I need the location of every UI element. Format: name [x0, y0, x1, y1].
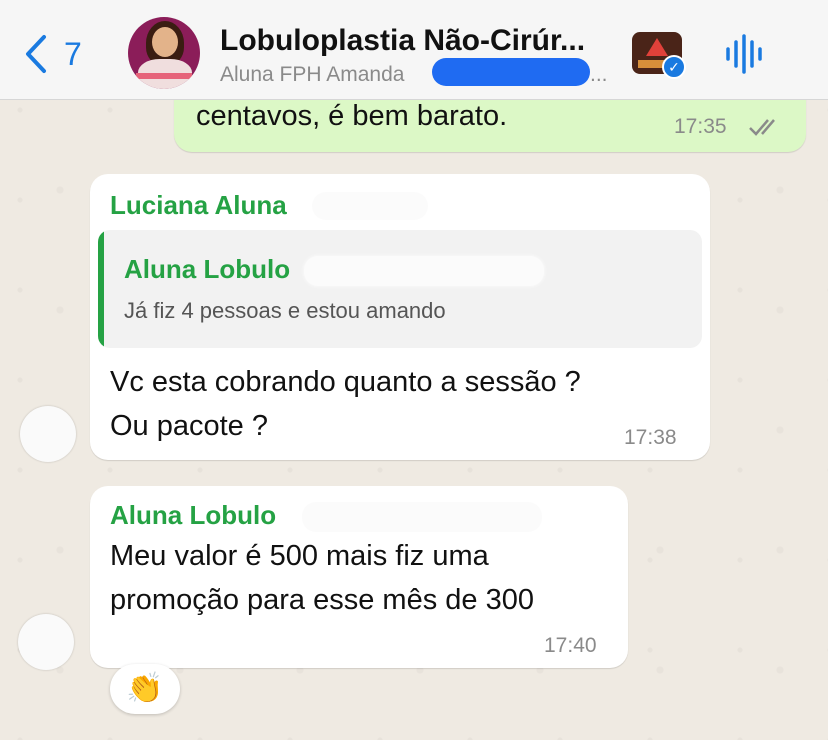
message-text: centavos, é bem barato. [196, 100, 508, 132]
redaction-mark [304, 256, 544, 286]
message-time: 17:38 [624, 426, 677, 449]
voice-chat-button[interactable] [722, 34, 766, 74]
message-text-line: Vc esta cobrando quanto a sessão ? [110, 366, 581, 398]
sender-avatar[interactable] [18, 614, 74, 670]
chat-title[interactable]: Lobuloplastia Não-Cirúr... [220, 24, 620, 58]
message-text-line: Ou pacote ? [110, 410, 268, 442]
message-text-line: promoção para esse mês de 300 [110, 584, 534, 616]
message-text-line: Meu valor é 500 mais fiz uma [110, 540, 489, 572]
incoming-message[interactable]: Aluna Lobulo Meu valor é 500 mais fiz um… [90, 486, 628, 668]
redaction-mark [312, 192, 428, 220]
subtitle-ellipsis: ... [590, 63, 608, 86]
read-check-icon [749, 119, 775, 136]
unread-count: 7 [64, 35, 82, 72]
sender-name[interactable]: Luciana Aluna [110, 190, 287, 221]
verified-check-icon: ✓ [662, 55, 686, 79]
clapping-reaction[interactable]: 👏 [110, 664, 180, 714]
redaction-mark [432, 58, 590, 86]
message-time: 17:35 [674, 115, 727, 138]
group-avatar[interactable] [128, 17, 200, 89]
sender-name[interactable]: Aluna Lobulo [110, 500, 276, 531]
message-time: 17:40 [544, 634, 597, 657]
sender-avatar[interactable] [20, 406, 76, 462]
quoted-message[interactable]: Aluna Lobulo Já fiz 4 pessoas e estou am… [98, 230, 702, 348]
back-button[interactable]: 7 [24, 32, 82, 76]
chat-header: 7 Lobuloplastia Não-Cirúr... Aluna FPH A… [0, 0, 828, 100]
quoted-text: Já fiz 4 pessoas e estou amando [124, 298, 446, 323]
quoted-sender: Aluna Lobulo [124, 254, 291, 284]
audio-waveform-icon [726, 34, 762, 74]
incoming-message[interactable]: Luciana Aluna Aluna Lobulo Já fiz 4 pess… [90, 174, 710, 460]
quote-bar [98, 230, 104, 348]
chevron-left-icon [26, 35, 46, 73]
redaction-mark [302, 502, 542, 532]
